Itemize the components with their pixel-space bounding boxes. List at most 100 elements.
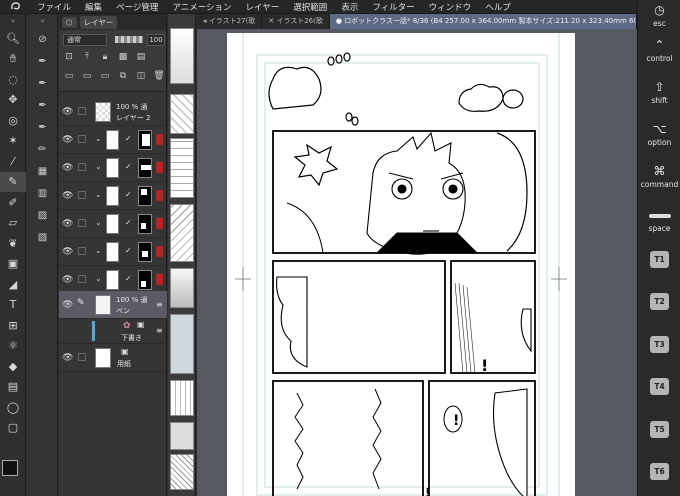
eye-icon[interactable]: 👁︎ bbox=[62, 135, 73, 145]
menu-edit[interactable]: 編集 bbox=[78, 1, 109, 13]
t6-key[interactable]: T6 bbox=[650, 463, 669, 480]
new-folder-icon[interactable]: ▭ bbox=[99, 70, 111, 82]
magic-wand-icon[interactable]: ✶ bbox=[0, 131, 26, 152]
control-key[interactable]: ⌃ control bbox=[638, 38, 680, 63]
new-vector-icon[interactable]: ▭ bbox=[81, 70, 93, 82]
ruler-tool-icon[interactable]: ⚛︎ bbox=[0, 336, 26, 357]
app-logo-icon[interactable] bbox=[0, 0, 30, 14]
chevron-down-icon[interactable]: ⌄ bbox=[95, 134, 102, 143]
add-mask-icon[interactable]: ◫ bbox=[135, 70, 147, 82]
subtool-screen-icon[interactable]: ▧ bbox=[27, 226, 58, 248]
fill-tool-icon[interactable]: ▣ bbox=[0, 254, 26, 275]
eye-icon[interactable]: 👁︎ bbox=[62, 353, 73, 363]
delete-layer-icon[interactable]: 🗑︎ bbox=[153, 70, 165, 82]
check-icon[interactable]: ✓ bbox=[125, 162, 132, 171]
lock-toggle[interactable] bbox=[78, 107, 86, 115]
blend-mode-select[interactable]: 通常 bbox=[63, 34, 107, 46]
chevron-down-icon[interactable]: ⌄ bbox=[95, 218, 102, 227]
lock-toggle[interactable] bbox=[78, 135, 86, 143]
new-raster-icon[interactable]: ▭ bbox=[63, 70, 75, 82]
shift-key[interactable]: ⇧ shift bbox=[638, 80, 680, 105]
page-thumbnail[interactable] bbox=[170, 314, 194, 374]
layer-row[interactable]: 👁︎ ⌄ ✓ bbox=[59, 126, 167, 154]
chevron-down-icon[interactable]: ⌄ bbox=[95, 190, 102, 199]
doc-tab-active[interactable]: ● ロボットクラス一話* 8/36 (B4 257.00 x 364.00mm … bbox=[329, 14, 637, 29]
menu-layer[interactable]: レイヤー bbox=[239, 1, 287, 13]
menu-view[interactable]: 表示 bbox=[334, 1, 365, 13]
subtool-stamp-icon[interactable]: ▨ bbox=[27, 204, 58, 226]
space-key[interactable]: space bbox=[638, 210, 680, 233]
subtool-ink-icon[interactable]: ✒ bbox=[27, 116, 58, 138]
layer-row[interactable]: 👁︎ ⌄ ✓ bbox=[59, 266, 167, 294]
lock-toggle[interactable] bbox=[78, 275, 86, 283]
layer-tab[interactable]: レイヤー bbox=[79, 15, 118, 29]
pen-tool-icon[interactable]: ✎ bbox=[0, 171, 26, 192]
brush-tool-icon[interactable]: ✐ bbox=[0, 192, 26, 213]
layer-row[interactable]: 👁︎ ⌄ ✓ bbox=[59, 210, 167, 238]
layer-row[interactable]: 👁︎ ▣ 用紙 bbox=[59, 344, 167, 372]
lock-toggle[interactable] bbox=[78, 191, 86, 199]
decoration-icon[interactable]: ❦ bbox=[0, 233, 26, 254]
esc-key[interactable]: ◷ esc bbox=[638, 3, 680, 28]
layer-tab-icon[interactable]: ⬡ bbox=[62, 16, 77, 28]
frame-tool-icon[interactable]: ⊞ bbox=[0, 315, 26, 336]
opacity-field[interactable]: 100 bbox=[147, 34, 165, 46]
eye-icon[interactable]: 👁︎ bbox=[62, 107, 73, 117]
mask-icon[interactable]: ▤ bbox=[135, 51, 147, 63]
option-key[interactable]: ⌥ option bbox=[638, 122, 680, 147]
subtool-gpen-icon[interactable]: ⊘ bbox=[27, 28, 58, 50]
lock-toggle[interactable] bbox=[78, 353, 86, 361]
subtool-marker-icon[interactable]: ✒ bbox=[27, 50, 58, 72]
layer-row[interactable]: 👁︎ ⌄ ✓ bbox=[59, 182, 167, 210]
page-thumbnail[interactable] bbox=[170, 454, 194, 490]
menu-selection[interactable]: 選択範囲 bbox=[286, 1, 334, 13]
canvas-area[interactable]: ! ! ! bbox=[197, 29, 637, 496]
page-thumbnail[interactable] bbox=[170, 28, 194, 84]
t5-key[interactable]: T5 bbox=[650, 421, 669, 438]
check-icon[interactable]: ✓ bbox=[125, 218, 132, 227]
layer-row[interactable]: 👁︎ ⌄ ✓ bbox=[59, 238, 167, 266]
page-thumbnail[interactable] bbox=[170, 268, 194, 308]
reference-icon[interactable]: ⤒ bbox=[81, 51, 93, 63]
layer-row[interactable]: 👁︎ 100 % 通 レイヤー 2 bbox=[59, 98, 167, 126]
main-color-swatch[interactable] bbox=[2, 460, 18, 476]
subtool-set-icon[interactable]: ▦ bbox=[27, 160, 58, 182]
lasso-tool-icon[interactable]: ◌ bbox=[0, 69, 26, 90]
blend-icon[interactable]: ▢ bbox=[0, 418, 26, 439]
page-thumbnail[interactable] bbox=[170, 138, 194, 198]
shape-tool-icon[interactable]: ◯ bbox=[0, 397, 26, 418]
page-thumbnail[interactable] bbox=[170, 204, 194, 262]
eye-icon[interactable]: 👁︎ bbox=[62, 219, 73, 229]
check-icon[interactable]: ✓ bbox=[125, 190, 132, 199]
eye-icon[interactable]: 👁︎ bbox=[62, 275, 73, 285]
eye-icon[interactable]: 👁︎ bbox=[62, 247, 73, 257]
layer-row[interactable]: ✿ ▣ 下書き ≡ bbox=[59, 318, 167, 344]
doc-tab[interactable]: ◂ イラスト27(歌 bbox=[197, 14, 263, 29]
menu-page[interactable]: ページ管理 bbox=[109, 1, 165, 13]
page-thumbnail[interactable] bbox=[170, 380, 194, 416]
hand-tool-icon[interactable]: ✋︎ bbox=[0, 49, 26, 70]
subtool-grid-icon[interactable]: ▥ bbox=[27, 182, 58, 204]
move-tool-icon[interactable]: ✥ bbox=[0, 90, 26, 111]
lock-toggle[interactable] bbox=[78, 219, 86, 227]
collapse-icon[interactable]: « bbox=[0, 14, 26, 28]
eye-icon[interactable]: 👁︎ bbox=[62, 191, 73, 201]
t3-key[interactable]: T3 bbox=[650, 336, 669, 353]
eye-icon[interactable]: 👁︎ bbox=[62, 163, 73, 173]
t2-key[interactable]: T2 bbox=[650, 293, 669, 310]
text-tool-icon[interactable]: T bbox=[0, 295, 26, 316]
page-thumbnail[interactable] bbox=[170, 94, 194, 134]
merge-icon[interactable]: ⧉ bbox=[117, 70, 129, 82]
menu-icon[interactable]: ≡ bbox=[156, 326, 163, 335]
subtool-turnip-icon[interactable]: ✒ bbox=[27, 94, 58, 116]
manga-page[interactable]: ! ! ! bbox=[227, 33, 575, 496]
select-tool-icon[interactable]: ◎ bbox=[0, 110, 26, 131]
doc-tab[interactable]: ✕ イラスト26(歌 bbox=[262, 14, 330, 29]
t1-key[interactable]: T1 bbox=[650, 251, 669, 268]
zoom-tool-icon[interactable]: 🔍︎ bbox=[0, 28, 26, 49]
layer-row-selected[interactable]: 👁︎ ✎ 100 % 通 ペン ≡ bbox=[59, 291, 167, 319]
collapse-icon[interactable]: « bbox=[27, 14, 58, 28]
gradient-icon[interactable]: ◢ bbox=[0, 274, 26, 295]
layer-row[interactable]: 👁︎ ⌄ ✓ bbox=[59, 154, 167, 182]
lock-toggle[interactable] bbox=[78, 163, 86, 171]
